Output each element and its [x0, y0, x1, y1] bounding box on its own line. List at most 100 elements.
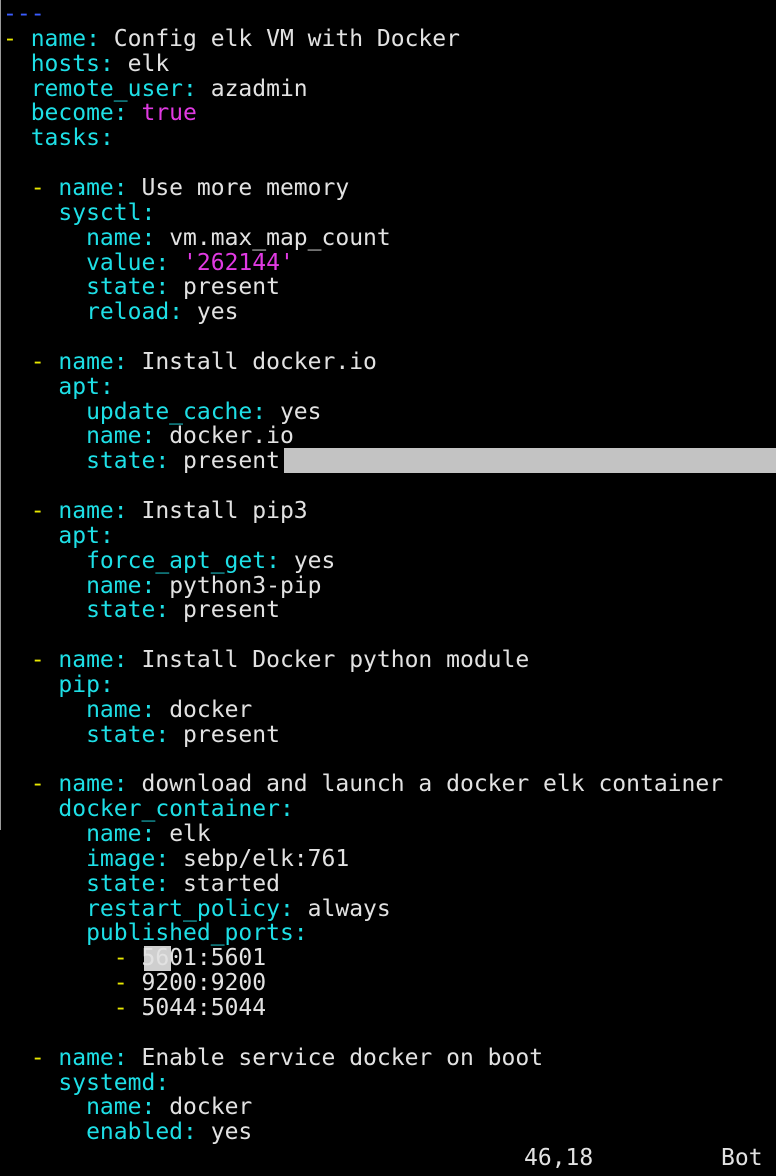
code-line[interactable]: apt:: [3, 373, 113, 400]
code-line[interactable]: state: present: [3, 721, 280, 748]
code-token-key: :: [113, 348, 142, 375]
code-token-val: yes: [293, 547, 336, 574]
code-token-key: :: [155, 597, 184, 624]
code-token-key: reload: [3, 299, 170, 326]
code-line[interactable]: image: sebp/elk:761: [3, 845, 350, 872]
code-token-val: always: [307, 895, 391, 922]
code-token-key: :: [141, 696, 170, 723]
code-line[interactable]: - 5044:5044: [3, 996, 266, 1021]
code-line[interactable]: remote_user: azadmin: [3, 75, 308, 102]
code-token-val: Enable service docker on boot: [141, 1044, 544, 1071]
code-token-val: docker.io: [169, 423, 294, 450]
code-token-key: name: [58, 174, 114, 201]
code-line[interactable]: name: elk: [3, 822, 211, 847]
code-token-key: state: [3, 870, 156, 897]
cursor-position: 46,18: [524, 1145, 594, 1171]
code-token-key: state: [3, 274, 156, 301]
code-token-key: :: [155, 274, 184, 301]
code-line[interactable]: tasks:: [3, 126, 114, 151]
code-token-key: docker_container: [3, 796, 280, 823]
scroll-indicator: Bot: [721, 1145, 763, 1171]
code-line[interactable]: value: '262144': [3, 249, 294, 276]
code-token-val: present: [183, 448, 280, 475]
code-token-key: image: [3, 845, 156, 872]
code-line[interactable]: docker_container:: [3, 796, 293, 823]
code-token-key: name: [30, 25, 87, 52]
code-token-key: :: [113, 647, 142, 674]
code-token-key: update_cache: [3, 398, 253, 425]
code-line[interactable]: enabled: yes: [3, 1120, 252, 1145]
code-token-key: :: [99, 50, 128, 77]
code-token-key: :: [155, 721, 184, 748]
code-token-val: vm.max_map_count: [169, 224, 391, 251]
code-token-val: elk: [169, 821, 211, 848]
code-line[interactable]: hosts: elk: [3, 50, 170, 77]
code-token-key: name: [3, 696, 142, 723]
code-token-key: :: [141, 423, 170, 450]
code-line[interactable]: name: docker.io: [3, 424, 294, 449]
code-token-val: yes: [196, 299, 239, 326]
code-line[interactable]: name: docker: [3, 696, 252, 723]
code-token-bool: true: [141, 100, 197, 127]
code-token-val: yes: [279, 398, 322, 425]
code-token-dash: -: [3, 498, 59, 524]
code-line[interactable]: name: vm.max_map_count: [3, 224, 391, 251]
code-token-key: :: [169, 299, 197, 326]
code-token-key: hosts: [3, 50, 100, 77]
code-line[interactable]: sysctl:: [3, 200, 155, 226]
code-line[interactable]: name: python3-pip: [3, 573, 321, 599]
code-token-key: :: [86, 25, 114, 52]
code-line[interactable]: state: present: [3, 275, 280, 300]
code-token-key: :: [99, 125, 114, 152]
code-line[interactable]: - name: Enable service docker on boot: [3, 1044, 544, 1071]
code-line[interactable]: state: started: [3, 870, 280, 897]
code-token-key: :: [141, 224, 170, 251]
selection-highlight: [284, 448, 776, 473]
code-token-val: sebp/elk:761: [183, 845, 350, 872]
code-token-val: 5601:5601: [141, 945, 267, 972]
code-token-dash: -: [3, 1044, 59, 1071]
code-line[interactable]: - name: download and launch a docker elk…: [3, 772, 723, 797]
code-line[interactable]: name: docker: [3, 1095, 252, 1120]
code-token-dash: -: [3, 945, 142, 972]
code-token-key: name: [58, 647, 114, 674]
code-token-key: :: [183, 1119, 211, 1146]
code-line[interactable]: state: present: [3, 598, 280, 623]
window-edge: [0, 0, 1, 830]
code-line[interactable]: pip:: [3, 671, 114, 698]
code-line[interactable]: - 5601:5601: [3, 946, 266, 971]
code-line[interactable]: force_apt_get: yes: [3, 547, 336, 574]
code-token-key: apt: [3, 373, 100, 400]
code-token-key: name: [58, 1044, 114, 1071]
code-line[interactable]: - name: Install pip3: [3, 499, 308, 524]
code-token-key: name: [3, 1094, 142, 1121]
code-line[interactable]: state: present: [3, 449, 280, 474]
code-token-val: 5044:5044: [141, 995, 267, 1021]
code-line[interactable]: - name: Install Docker python module: [3, 647, 530, 674]
code-line[interactable]: - name: Config elk VM with Docker: [3, 25, 460, 52]
code-line[interactable]: - name: Install docker.io: [3, 348, 377, 375]
code-token-key: :: [155, 249, 184, 276]
code-line[interactable]: ---: [3, 2, 45, 27]
code-line[interactable]: systemd:: [3, 1070, 169, 1096]
code-token-key: become: [3, 100, 114, 127]
code-token-val: present: [183, 274, 280, 301]
code-line[interactable]: restart_policy: always: [3, 895, 391, 922]
code-line[interactable]: - 9200:9200: [3, 971, 266, 996]
code-token-key: :: [99, 671, 114, 698]
code-line[interactable]: become: true: [3, 101, 197, 126]
code-line[interactable]: apt:: [3, 522, 113, 549]
code-token-key: :: [113, 1044, 142, 1071]
code-token-dash: -: [3, 647, 59, 674]
code-token-key: apt: [3, 522, 100, 549]
terminal-window[interactable]: --- - name: Config elk VM with Docker hos…: [0, 0, 776, 1176]
code-line[interactable]: update_cache: yes: [3, 398, 322, 425]
code-token-val: elk: [127, 50, 170, 77]
code-line[interactable]: published_ports:: [3, 921, 308, 946]
code-token-key: :: [155, 448, 184, 475]
code-token-key: name: [3, 821, 142, 848]
code-line[interactable]: - name: Use more memory: [3, 174, 350, 201]
code-token-val: azadmin: [210, 75, 308, 102]
code-line[interactable]: reload: yes: [3, 300, 238, 325]
code-token-val: docker: [169, 1094, 253, 1121]
